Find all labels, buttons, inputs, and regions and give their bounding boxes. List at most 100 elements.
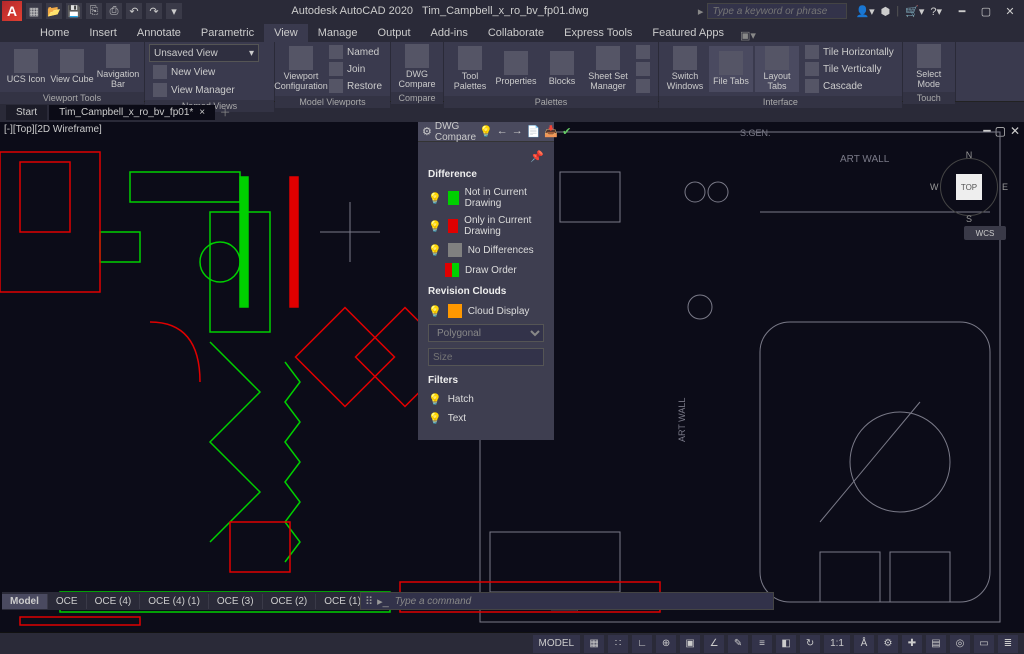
tab-express-tools[interactable]: Express Tools xyxy=(554,24,642,42)
cloud-size-input[interactable] xyxy=(428,348,544,366)
status-clean-icon[interactable]: ▭ xyxy=(974,635,994,653)
status-cycling-icon[interactable]: ↻ xyxy=(800,635,820,653)
cmd-handle-icon[interactable]: ⠿ xyxy=(365,595,373,608)
bulb-icon[interactable]: 💡 xyxy=(428,412,442,425)
new-view-button[interactable]: New View xyxy=(149,64,219,80)
status-grid-icon[interactable]: ▦ xyxy=(584,635,604,653)
palette-extra-3[interactable] xyxy=(632,78,654,94)
status-osnap-icon[interactable]: ▣ xyxy=(680,635,700,653)
ribbon-expand-icon[interactable]: ▣▾ xyxy=(740,29,756,42)
help-icon[interactable]: ?▾ xyxy=(930,5,942,18)
nav-bar-button[interactable]: Navigation Bar xyxy=(96,44,140,90)
filter-text-row[interactable]: 💡Text xyxy=(428,409,544,428)
tab-addins[interactable]: Add-ins xyxy=(421,24,478,42)
viewcube-face[interactable]: TOP xyxy=(956,174,982,200)
help-search-input[interactable] xyxy=(707,3,847,19)
autodesk-app-icon[interactable]: ⬢ xyxy=(881,5,891,18)
bulb-icon[interactable]: 💡 xyxy=(428,305,442,318)
status-customize-icon[interactable]: ≣ xyxy=(998,635,1018,653)
compare-pin-icon[interactable]: 📌 xyxy=(428,150,544,163)
diff-row-draworder[interactable]: Draw Order xyxy=(428,260,544,280)
swatch-gray[interactable] xyxy=(448,243,462,257)
blocks-button[interactable]: Blocks xyxy=(540,46,584,92)
viewcube-north[interactable]: N xyxy=(966,150,973,160)
sheet-set-button[interactable]: Sheet Set Manager xyxy=(586,46,630,92)
swatch-green[interactable] xyxy=(448,191,459,205)
filter-hatch-row[interactable]: 💡Hatch xyxy=(428,390,544,409)
tab-annotate[interactable]: Annotate xyxy=(127,24,191,42)
restore-viewport-button[interactable]: Restore xyxy=(325,78,386,94)
compare-import-icon[interactable]: 📥 xyxy=(544,125,558,138)
qat-dropdown-icon[interactable]: ▾ xyxy=(166,3,182,19)
maximize-button[interactable]: ▢ xyxy=(974,2,998,20)
wcs-badge[interactable]: WCS xyxy=(964,226,1006,240)
compare-prev-icon[interactable]: ← xyxy=(497,125,508,138)
viewcube[interactable]: TOP N S E W xyxy=(934,152,1004,222)
cloud-shape-select[interactable]: Polygonal xyxy=(428,324,544,342)
view-manager-button[interactable]: View Manager xyxy=(149,82,239,98)
close-button[interactable]: ✕ xyxy=(998,2,1022,20)
tab-featured-apps[interactable]: Featured Apps xyxy=(642,24,734,42)
viewcube-south[interactable]: S xyxy=(966,214,972,224)
swatch-red[interactable] xyxy=(448,219,458,233)
status-snap-icon[interactable]: ∷ xyxy=(608,635,628,653)
select-mode-button[interactable]: Select Mode xyxy=(907,44,951,90)
status-transparency-icon[interactable]: ◧ xyxy=(776,635,796,653)
minimize-button[interactable]: ━ xyxy=(950,2,974,20)
compare-export-icon[interactable]: 📄 xyxy=(527,125,541,138)
compare-bulb-icon[interactable]: 💡 xyxy=(479,125,493,138)
qat-open-icon[interactable]: 📂 xyxy=(46,3,62,19)
tab-collaborate[interactable]: Collaborate xyxy=(478,24,554,42)
swatch-mixed[interactable] xyxy=(445,263,459,277)
status-workspace-icon[interactable]: ⚙ xyxy=(878,635,898,653)
tab-close-icon[interactable]: × xyxy=(199,107,205,118)
qat-redo-icon[interactable]: ↷ xyxy=(146,3,162,19)
file-tabs-button[interactable]: File Tabs xyxy=(709,46,753,92)
swatch-orange[interactable] xyxy=(448,304,462,318)
add-file-tab-button[interactable]: ＋ xyxy=(217,104,233,120)
tab-manage[interactable]: Manage xyxy=(308,24,368,42)
qat-new-icon[interactable]: ▦ xyxy=(26,3,42,19)
bulb-icon[interactable]: 💡 xyxy=(428,220,442,233)
app-logo[interactable]: A xyxy=(2,1,22,21)
status-annoscale-icon[interactable]: Å xyxy=(854,635,874,653)
cascade-button[interactable]: Cascade xyxy=(801,78,898,94)
bulb-icon[interactable]: 💡 xyxy=(428,192,442,205)
status-otrack-icon[interactable]: ∠ xyxy=(704,635,724,653)
tab-parametric[interactable]: Parametric xyxy=(191,24,264,42)
diff-row-red[interactable]: 💡Only in Current Drawing xyxy=(428,212,544,240)
layout-tab-1[interactable]: OCE xyxy=(48,594,87,609)
tab-insert[interactable]: Insert xyxy=(79,24,127,42)
viewport-config-button[interactable]: Viewport Configuration xyxy=(279,46,323,92)
layout-tabs-button[interactable]: Layout Tabs xyxy=(755,46,799,92)
signin-icon[interactable]: 👤▾ xyxy=(855,5,874,18)
qat-save-icon[interactable]: 💾 xyxy=(66,3,82,19)
layout-tab-model[interactable]: Model xyxy=(2,594,48,609)
status-dyn-icon[interactable]: ✎ xyxy=(728,635,748,653)
status-annotation-icon[interactable]: ✚ xyxy=(902,635,922,653)
join-viewport-button[interactable]: Join xyxy=(325,61,386,77)
dwg-compare-button[interactable]: DWG Compare xyxy=(395,44,439,90)
status-ortho-icon[interactable]: ∟ xyxy=(632,635,652,653)
switch-windows-button[interactable]: Switch Windows xyxy=(663,46,707,92)
palette-extra-2[interactable] xyxy=(632,61,654,77)
palette-extra-1[interactable] xyxy=(632,44,654,60)
bulb-icon[interactable]: 💡 xyxy=(428,244,442,257)
viewcube-east[interactable]: E xyxy=(1002,182,1008,192)
tile-horizontal-button[interactable]: Tile Horizontally xyxy=(801,44,898,60)
status-hardware-icon[interactable]: ▤ xyxy=(926,635,946,653)
cloud-display-row[interactable]: 💡Cloud Display xyxy=(428,301,544,321)
bulb-icon[interactable]: 💡 xyxy=(428,393,442,406)
ucs-icon-button[interactable]: UCS Icon xyxy=(4,44,48,90)
viewcube-west[interactable]: W xyxy=(930,182,939,192)
status-lwt-icon[interactable]: ≡ xyxy=(752,635,772,653)
drawing-area[interactable]: [-][Top][2D Wireframe] ━ ▢ ✕ ART WALL S.… xyxy=(0,122,1024,632)
status-polar-icon[interactable]: ⊕ xyxy=(656,635,676,653)
compare-next-icon[interactable]: → xyxy=(512,125,523,138)
status-isolate-icon[interactable]: ◎ xyxy=(950,635,970,653)
view-cube-button[interactable]: View Cube xyxy=(50,44,94,90)
cmd-recent-icon[interactable]: ▸_ xyxy=(377,595,389,608)
tab-output[interactable]: Output xyxy=(368,24,421,42)
layout-tab-4[interactable]: OCE (3) xyxy=(209,594,263,609)
properties-button[interactable]: Properties xyxy=(494,46,538,92)
